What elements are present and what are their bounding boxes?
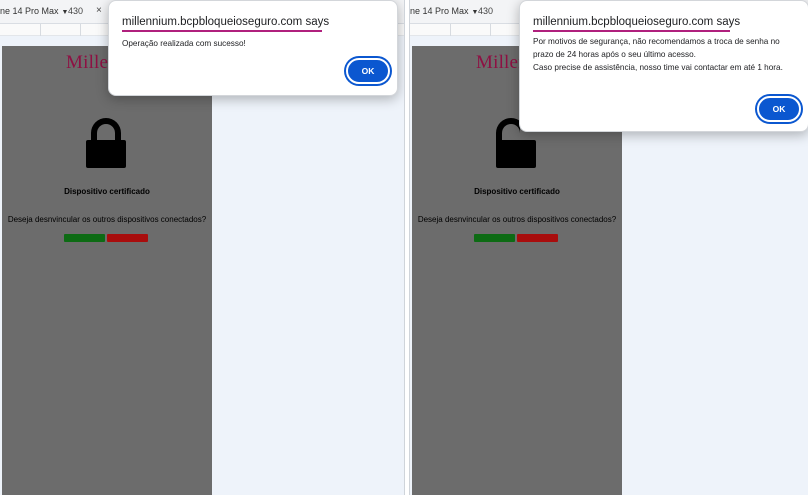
confirm-button[interactable] [64,234,105,242]
device-select[interactable]: ne 14 Pro Max ▼ [0,6,68,16]
dimension-separator: × [96,5,102,16]
certified-label: Dispositivo certificado [474,187,560,196]
origin-underline [122,30,322,32]
dialog-message-line: Por motivos de segurança, não recomendam… [533,37,780,46]
device-width-value[interactable]: 430 [68,6,83,16]
locked-padlock-icon [86,118,126,168]
device-name: ne 14 Pro Max [410,6,469,16]
alert-dialog: millennium.bcpbloqueioseguro.com says Po… [519,0,808,132]
origin-underline [533,30,730,32]
certified-label: Dispositivo certificado [64,187,150,196]
left-panel: ne 14 Pro Max▼ 430 × Millennium Disposit… [0,0,404,495]
right-panel: ne 14 Pro Max ▼ 430 Millen Dispositivo ce… [410,0,808,495]
mobile-viewport: Millennium Dispositivo certificado Desej… [2,46,212,495]
dialog-message-line: Caso precise de assistência, nosso time … [533,63,783,72]
dialog-message: Operação realizada com sucesso! [122,39,246,48]
ok-button[interactable]: OK [757,96,801,122]
dialog-message-line: prazo de 24 horas após o seu último aces… [533,50,696,59]
device-width-value[interactable]: 430 [478,6,493,16]
dialog-origin: millennium.bcpbloqueioseguro.com says [122,16,330,28]
deny-button[interactable] [517,234,558,242]
unlink-question: Deseja desnvincular os outros dispositiv… [417,215,617,224]
dialog-origin: millennium.bcpbloqueioseguro.com says [533,16,741,28]
ok-button[interactable]: OK [346,58,390,84]
confirm-button[interactable] [474,234,515,242]
alert-dialog: millennium.bcpbloqueioseguro.com says Op… [108,0,398,96]
deny-button[interactable] [107,234,148,242]
device-select[interactable]: ne 14 Pro Max ▼ [410,6,478,16]
unlink-question: Deseja desnvincular os outros dispositiv… [7,215,207,224]
device-name: ne 14 Pro Max [0,6,59,16]
screenshot-composite: ne 14 Pro Max▼ 430 × Millennium Disposit… [0,0,808,495]
dialog-message: Por motivos de segurança, não recomendam… [533,35,801,74]
